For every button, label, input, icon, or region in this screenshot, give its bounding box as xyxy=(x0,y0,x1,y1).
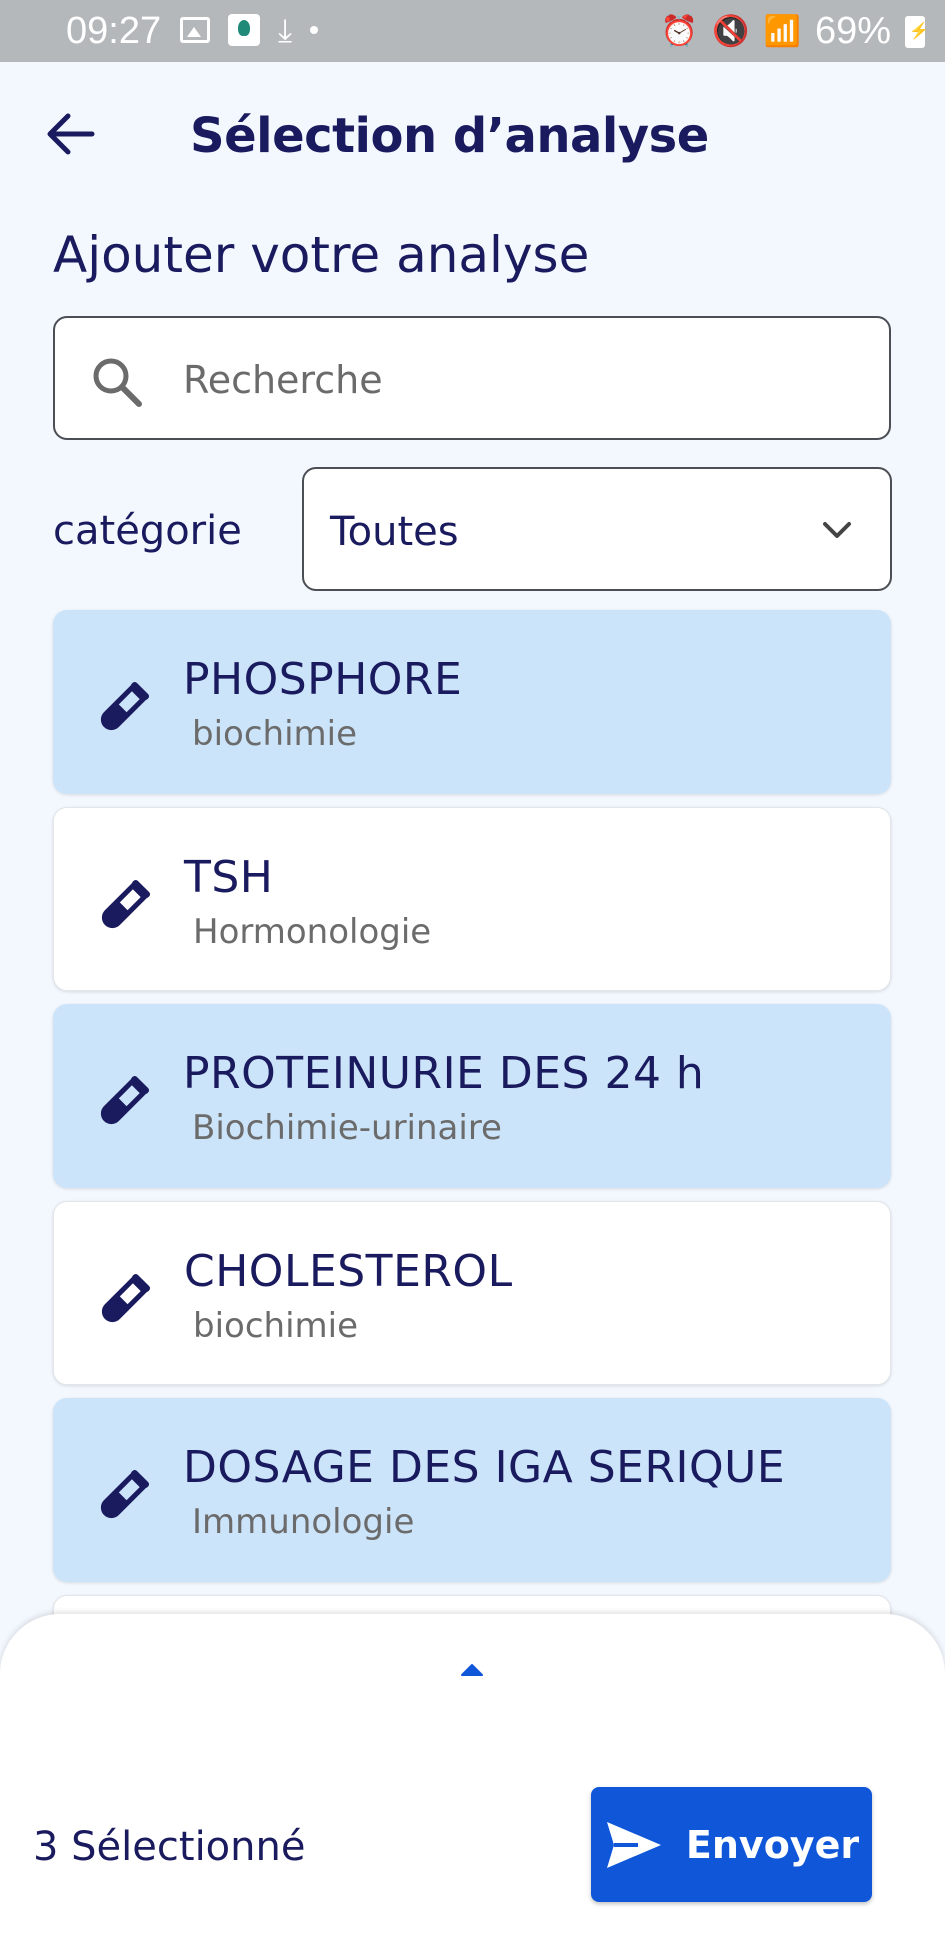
test-tube-icon xyxy=(101,879,151,929)
analysis-category: Hormonologie xyxy=(193,912,432,952)
send-icon xyxy=(606,1821,661,1868)
analysis-name: PHOSPHORE xyxy=(183,654,463,705)
search-icon xyxy=(93,358,142,407)
analysis-category: biochimie xyxy=(192,714,358,754)
system-icons: ⏰ 🔇 📶 69% xyxy=(660,10,929,53)
selection-bottom-sheet[interactable]: 3 Sélectionné Envoyer xyxy=(0,1614,945,1943)
mute-icon: 🔇 xyxy=(712,14,750,48)
category-selected-value: Toutes xyxy=(330,509,459,555)
app-notification-icon xyxy=(228,14,260,46)
analysis-name: DOSAGE DES IGA SERIQUE xyxy=(183,1442,786,1493)
analysis-category: biochimie xyxy=(193,1306,359,1346)
analysis-category: Immunologie xyxy=(192,1502,415,1542)
battery-level: 69% xyxy=(814,10,891,52)
test-tube-icon xyxy=(100,1469,150,1519)
wifi-icon: 📶 xyxy=(763,14,801,48)
search-box[interactable] xyxy=(53,316,891,440)
analysis-name: PROTEINURIE DES 24 h xyxy=(183,1048,705,1099)
chevron-down-icon xyxy=(823,522,851,538)
analysis-item[interactable]: DOSAGE DES IGA SERIQUE Immunologie xyxy=(53,1398,891,1582)
analysis-item[interactable]: PROTEINURIE DES 24 h Biochimie-urinaire xyxy=(53,1004,891,1188)
alarm-icon: ⏰ xyxy=(660,14,699,48)
back-button[interactable] xyxy=(44,110,104,160)
analysis-item[interactable]: TSH Hormonologie xyxy=(53,807,891,991)
send-button[interactable]: Envoyer xyxy=(591,1787,872,1902)
analysis-item[interactable]: PHOSPHORE biochimie xyxy=(53,610,891,794)
send-button-label: Envoyer xyxy=(685,1822,860,1867)
analysis-category: Biochimie-urinaire xyxy=(192,1108,502,1148)
analysis-item[interactable]: CHOLESTEROL biochimie xyxy=(53,1201,891,1385)
battery-icon xyxy=(905,15,929,48)
selected-count: 3 Sélectionné xyxy=(33,1824,306,1870)
expand-sheet-icon[interactable] xyxy=(460,1662,484,1676)
category-label: catégorie xyxy=(53,508,242,554)
status-time: 09:27 xyxy=(66,10,162,52)
section-title: Ajouter votre analyse xyxy=(53,226,590,284)
download-icon: ⤓ xyxy=(278,12,293,48)
test-tube-icon xyxy=(100,1075,150,1125)
analysis-name: TSH xyxy=(184,852,274,903)
analysis-name: CHOLESTEROL xyxy=(184,1246,513,1297)
test-tube-icon xyxy=(100,681,150,731)
page-title: Sélection d’analyse xyxy=(190,108,709,164)
category-dropdown[interactable]: Toutes xyxy=(302,467,892,591)
status-bar: 09:27 ⤓ ⏰ 🔇 📶 69% xyxy=(0,0,945,62)
gallery-icon xyxy=(180,17,210,43)
more-notifications-icon xyxy=(310,26,319,34)
test-tube-icon xyxy=(101,1273,151,1323)
notification-icons: ⤓ xyxy=(180,12,319,48)
search-input[interactable] xyxy=(181,348,865,412)
arrow-left-icon xyxy=(47,113,95,155)
